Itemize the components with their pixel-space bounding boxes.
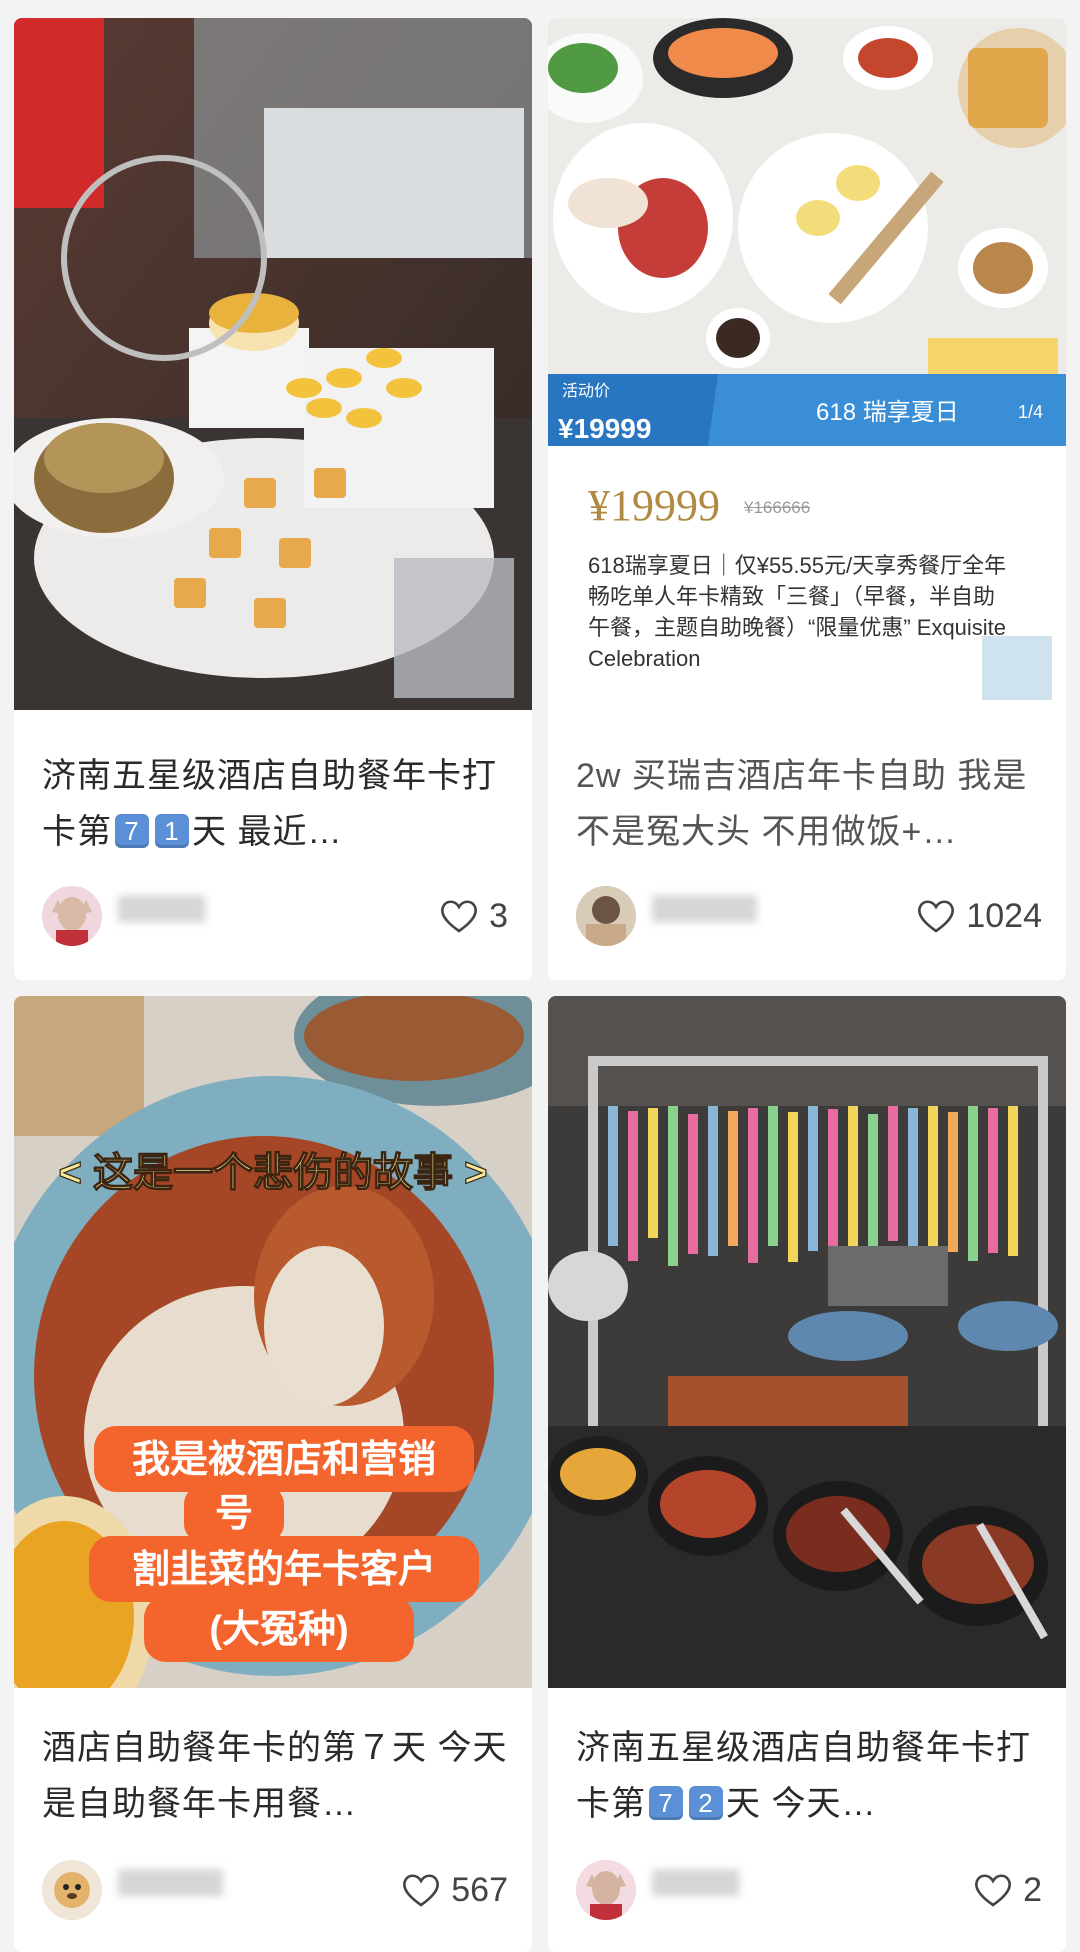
product-description: 618瑞享夏日｜仅¥55.55元/天享秀餐厅全年畅吃单人年卡精致「三餐」（早餐，…: [588, 553, 1007, 671]
overlay-line-1: 我是被酒店和营销: [132, 1439, 436, 1481]
avatar[interactable]: [42, 886, 102, 946]
product-price: ¥19999: [588, 481, 720, 530]
post-image[interactable]: 活动价 ¥19999 618 瑞享夏日 1/4 ¥19999 ¥166666 6…: [548, 18, 1066, 710]
username-blurred[interactable]: ▓▓▓▓▓: [118, 894, 268, 938]
post-card-2[interactable]: 活动价 ¥19999 618 瑞享夏日 1/4 ¥19999 ¥166666 6…: [548, 18, 1066, 980]
like-count: 2: [1023, 1870, 1042, 1909]
like-count: 1024: [966, 896, 1042, 935]
heart-icon: [441, 900, 477, 933]
post-card-1[interactable]: 济南五星级酒店自助餐年卡打卡第 7 1 天 最近… ▓▓▓▓▓ 3: [14, 18, 532, 980]
avatar[interactable]: [42, 1860, 102, 1920]
post-title[interactable]: 济南五星级酒店自助餐年卡打卡第 7 2 天 今天…: [576, 1720, 1046, 1832]
overlay-line-4: (大冤种): [209, 1609, 348, 1651]
post-footer: ▓▓▓▓▓▓ 567: [42, 1860, 508, 1920]
like-count: 3: [489, 896, 508, 935]
product-thumbnail: [982, 636, 1052, 700]
like-button[interactable]: 1024: [916, 894, 1042, 938]
post-image[interactable]: [548, 996, 1066, 1688]
like-button[interactable]: 567: [401, 1868, 508, 1912]
post-footer: ▓▓▓▓▓ 3: [42, 886, 508, 946]
post-title[interactable]: 2w 买瑞吉酒店年卡自助 我是不是冤大头 不用做饭+…: [576, 748, 1046, 860]
banner-text: 618 瑞享夏日: [816, 399, 959, 426]
username-blurred[interactable]: ▓▓▓▓▓▓: [118, 1868, 268, 1912]
username-blurred[interactable]: ▓▓▓▓▓▓: [652, 894, 802, 938]
post-title[interactable]: 酒店自助餐年卡的第７天 今天是自助餐年卡用餐…: [42, 1720, 512, 1832]
overlay-line-3: 割韭菜的年卡客户: [132, 1548, 436, 1591]
heart-icon: [918, 900, 955, 933]
heart-icon: [975, 1874, 1011, 1907]
like-button[interactable]: 3: [439, 894, 508, 938]
post-footer: ▓▓▓▓▓▓ 1024: [576, 886, 1042, 946]
activity-label: 活动价: [562, 382, 610, 400]
overlay-line-2: 号: [215, 1493, 253, 1535]
banner-price: ¥19999: [558, 413, 651, 444]
post-image[interactable]: < 这是一个悲伤的故事 > 我是被酒店和营销 号 割韭菜的年卡客户 (大冤种): [14, 996, 532, 1688]
post-footer: ▓▓▓▓▓ 2: [576, 1860, 1042, 1920]
like-button[interactable]: 2: [973, 1868, 1042, 1912]
product-price-area: ¥19999 ¥166666 618瑞享夏日｜仅¥55.55元/天享秀餐厅全年畅…: [548, 446, 1066, 710]
avatar[interactable]: [576, 886, 636, 946]
avatar[interactable]: [576, 1860, 636, 1920]
overlay-top-text: < 这是一个悲伤的故事 >: [59, 1151, 488, 1195]
heart-icon: [403, 1874, 440, 1907]
post-title[interactable]: 济南五星级酒店自助餐年卡打卡第 7 1 天 最近…: [42, 748, 512, 860]
post-image[interactable]: [14, 18, 532, 710]
page-indicator: 1/4: [1018, 402, 1043, 422]
post-card-4[interactable]: 济南五星级酒店自助餐年卡打卡第 7 2 天 今天… ▓▓▓▓▓ 2: [548, 996, 1066, 1952]
username-blurred[interactable]: ▓▓▓▓▓: [652, 1868, 802, 1912]
like-count: 567: [451, 1870, 508, 1909]
post-feed: 济南五星级酒店自助餐年卡打卡第 7 1 天 最近… ▓▓▓▓▓ 3 活动价 ¥1…: [0, 0, 1080, 1952]
original-price: ¥166666: [744, 498, 811, 517]
post-card-3[interactable]: < 这是一个悲伤的故事 > 我是被酒店和营销 号 割韭菜的年卡客户 (大冤种) …: [14, 996, 532, 1952]
